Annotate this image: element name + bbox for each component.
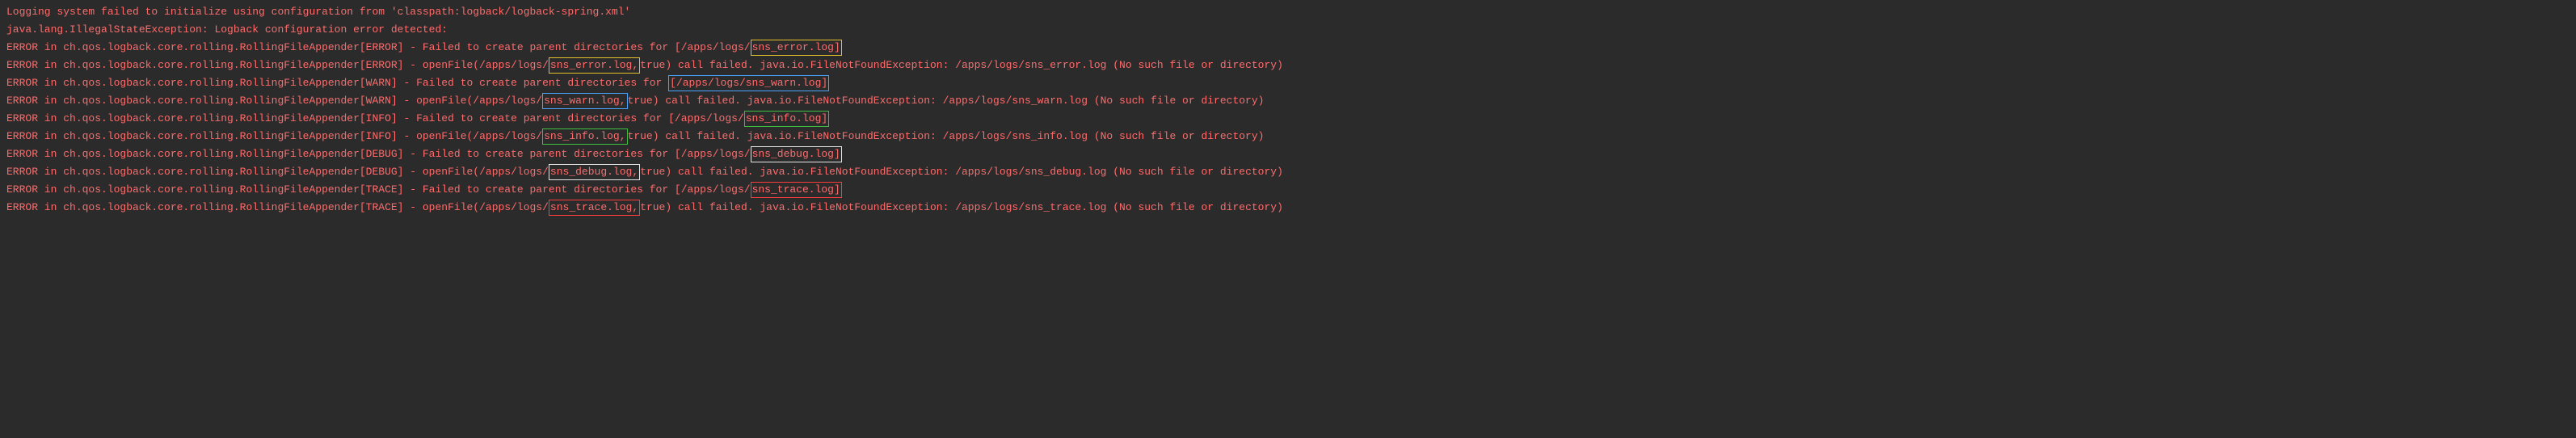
log-text: ERROR in ch.qos.logback.core.rolling.Rol…: [6, 166, 549, 178]
log-line: ERROR in ch.qos.logback.core.rolling.Rol…: [6, 39, 2570, 57]
log-line-exception: java.lang.IllegalStateException: Logback…: [6, 21, 2570, 39]
highlight-trace-file: sns_trace.log,: [549, 200, 640, 216]
log-text: ERROR in ch.qos.logback.core.rolling.Rol…: [6, 183, 751, 196]
log-line: ERROR in ch.qos.logback.core.rolling.Rol…: [6, 92, 2570, 110]
log-text: ERROR in ch.qos.logback.core.rolling.Rol…: [6, 95, 542, 107]
log-line: ERROR in ch.qos.logback.core.rolling.Rol…: [6, 163, 2570, 181]
highlight-info-path: sns_info.log]: [744, 111, 829, 127]
highlight-info-file: sns_info.log,: [542, 128, 627, 145]
highlight-debug-path: sns_debug.log]: [751, 146, 842, 162]
log-text: ERROR in ch.qos.logback.core.rolling.Rol…: [6, 59, 549, 71]
log-line: ERROR in ch.qos.logback.core.rolling.Rol…: [6, 199, 2570, 217]
highlight-warn-file: sns_warn.log,: [542, 93, 627, 109]
log-text: Logging system failed to initialize usin…: [6, 6, 630, 18]
log-line: ERROR in ch.qos.logback.core.rolling.Rol…: [6, 57, 2570, 74]
log-text: true) call failed. java.io.FileNotFoundE…: [628, 95, 1265, 107]
log-text: ERROR in ch.qos.logback.core.rolling.Rol…: [6, 130, 542, 142]
log-text: ERROR in ch.qos.logback.core.rolling.Rol…: [6, 201, 549, 213]
highlight-error-path: sns_error.log]: [751, 40, 842, 56]
log-text: ERROR in ch.qos.logback.core.rolling.Rol…: [6, 41, 751, 53]
log-text: true) call failed. java.io.FileNotFoundE…: [640, 201, 1283, 213]
log-line: ERROR in ch.qos.logback.core.rolling.Rol…: [6, 145, 2570, 163]
log-line-header: Logging system failed to initialize usin…: [6, 3, 2570, 21]
highlight-trace-path: sns_trace.log]: [751, 182, 842, 198]
log-output: Logging system failed to initialize usin…: [6, 3, 2570, 217]
log-text: java.lang.IllegalStateException: Logback…: [6, 23, 448, 36]
log-text: true) call failed. java.io.FileNotFoundE…: [640, 166, 1283, 178]
log-text: ERROR in ch.qos.logback.core.rolling.Rol…: [6, 112, 744, 124]
highlight-debug-file: sns_debug.log,: [549, 164, 640, 180]
log-text: ERROR in ch.qos.logback.core.rolling.Rol…: [6, 148, 751, 160]
log-line: ERROR in ch.qos.logback.core.rolling.Rol…: [6, 110, 2570, 128]
log-text: ERROR in ch.qos.logback.core.rolling.Rol…: [6, 77, 668, 89]
highlight-warn-path: [/apps/logs/sns_warn.log]: [668, 75, 829, 91]
highlight-error-file: sns_error.log,: [549, 57, 640, 74]
log-text: true) call failed. java.io.FileNotFoundE…: [640, 59, 1283, 71]
log-line: ERROR in ch.qos.logback.core.rolling.Rol…: [6, 181, 2570, 199]
log-line: ERROR in ch.qos.logback.core.rolling.Rol…: [6, 74, 2570, 92]
log-text: true) call failed. java.io.FileNotFoundE…: [628, 130, 1265, 142]
log-line: ERROR in ch.qos.logback.core.rolling.Rol…: [6, 128, 2570, 145]
